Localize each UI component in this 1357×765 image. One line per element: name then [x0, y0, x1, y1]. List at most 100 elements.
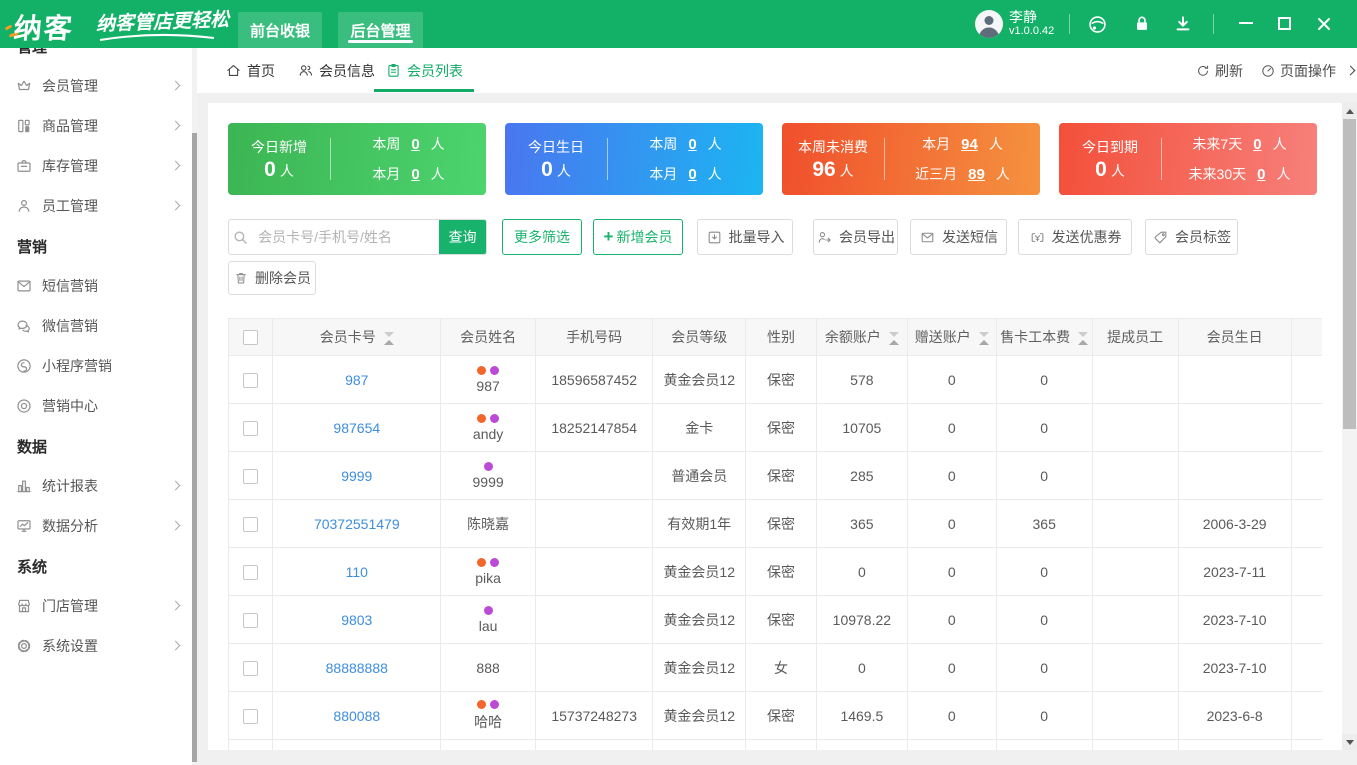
- scroll-up-button[interactable]: [1342, 103, 1357, 119]
- export-icon: [816, 229, 833, 246]
- column-header: 性别: [745, 318, 817, 356]
- sidebar-item-chart[interactable]: 统计报表: [0, 466, 192, 506]
- row-checkbox[interactable]: [243, 708, 259, 724]
- app-logo: 纳客: [12, 13, 76, 44]
- goods-icon: [15, 117, 33, 135]
- search-button[interactable]: 查询: [439, 220, 486, 254]
- toolbar-button-0[interactable]: 更多筛选: [502, 219, 582, 255]
- extra-cell: [1290, 739, 1322, 750]
- balance-account: 285: [815, 451, 908, 500]
- toolbar-button-5[interactable]: 发送优惠券: [1018, 219, 1132, 255]
- chevron-right-icon: [170, 200, 181, 211]
- stat-label: 今日新增: [251, 139, 307, 155]
- stat-value: 0人: [1095, 158, 1125, 181]
- delete-member-button[interactable]: 删除会员: [228, 261, 316, 295]
- toolbar-button-1[interactable]: + 新增会员: [593, 219, 683, 255]
- sidebar-item-store[interactable]: 门店管理: [0, 586, 192, 626]
- sidebar-scrollbar[interactable]: [192, 48, 197, 765]
- member-phone: 15737248273: [535, 691, 654, 740]
- table-row: 70372551479 陈晓嘉 有效期1年 保密 365 0 365 2006-3-29: [228, 499, 1322, 548]
- member-birthday: [1177, 739, 1292, 750]
- card-fee: 0: [995, 643, 1093, 692]
- member-name: pika: [440, 547, 537, 596]
- sort-icon[interactable]: [978, 331, 989, 345]
- member-birthday: [1177, 355, 1292, 404]
- service-icon[interactable]: [1087, 14, 1108, 35]
- row-checkbox[interactable]: [243, 372, 259, 388]
- sidebar-item-target[interactable]: 营销中心: [0, 386, 192, 426]
- sidebar-item-staff[interactable]: 员工管理: [0, 186, 192, 226]
- sidebar-item-wechat[interactable]: 微信营销: [0, 306, 192, 346]
- lock-icon[interactable]: [1132, 14, 1152, 34]
- column-header: 余额账户: [815, 318, 908, 356]
- gift-account: 0: [906, 403, 997, 452]
- table-row: 9803 lau 黄金会员12 保密 10978.22 0 0 2023-7-10: [228, 595, 1322, 644]
- toolbar-button-4[interactable]: 发送短信: [910, 219, 1007, 255]
- sidebar-item-goods[interactable]: 商品管理: [0, 106, 192, 146]
- member-table: 会员卡号 会员姓名 手机号码 会员等级 性别 余额账户 赠送账户 售卡工本费 提成员工 会员生日 9…: [228, 318, 1322, 750]
- select-all-checkbox[interactable]: [243, 330, 259, 346]
- stat-subrow: 本月 0 人: [372, 165, 445, 183]
- scroll-down-button[interactable]: [1342, 734, 1357, 750]
- toolbar-button-3[interactable]: 会员导出: [813, 219, 898, 255]
- sort-icon[interactable]: [1078, 331, 1089, 345]
- sidebar-item-inventory[interactable]: 库存管理: [0, 146, 192, 186]
- import-icon: [706, 229, 723, 246]
- tab-members[interactable]: 会员信息: [297, 48, 375, 93]
- action-operations[interactable]: 页面操作: [1260, 48, 1356, 93]
- member-level: 黄金会员12: [652, 355, 747, 404]
- row-checkbox[interactable]: [243, 660, 259, 676]
- stat-card-1: 今日生日 0人 本周 0 人本月 0 人: [505, 123, 763, 195]
- gift-account: [906, 739, 997, 750]
- close-button[interactable]: [1317, 17, 1331, 31]
- sort-icon[interactable]: [888, 331, 899, 345]
- row-checkbox[interactable]: [243, 612, 259, 628]
- member-card-no: 880088: [272, 691, 442, 740]
- sidebar-scrollbar-thumb[interactable]: [192, 133, 197, 762]
- column-header: 会员卡号: [272, 318, 442, 356]
- card-fee: 0: [995, 547, 1093, 596]
- member-card-no: [272, 739, 442, 750]
- search-icon: [229, 220, 252, 254]
- stat-subrow: 本周 0 人: [649, 135, 722, 153]
- table-row: [228, 739, 1322, 750]
- member-birthday: 2023-7-11: [1177, 547, 1292, 596]
- sidebar-item-sms[interactable]: 短信营销: [0, 266, 192, 306]
- avatar[interactable]: [975, 10, 1003, 38]
- commission-staff: [1091, 595, 1179, 644]
- row-checkbox[interactable]: [243, 516, 259, 532]
- row-checkbox[interactable]: [243, 564, 259, 580]
- download-icon[interactable]: [1173, 14, 1193, 34]
- extra-cell: [1290, 499, 1322, 548]
- commission-staff: [1091, 739, 1179, 750]
- commission-staff: [1091, 403, 1179, 452]
- sort-icon[interactable]: [383, 331, 394, 345]
- sidebar-item-analysis[interactable]: 数据分析: [0, 506, 192, 546]
- sidebar-item-gear[interactable]: 系统设置: [0, 626, 192, 666]
- nav-tab-1[interactable]: 后台管理: [338, 12, 423, 48]
- nav-tab-0[interactable]: 前台收银: [238, 12, 322, 48]
- chevron-right-icon: [170, 600, 181, 611]
- user-name[interactable]: 李静: [1009, 7, 1037, 27]
- gear-icon: [15, 637, 33, 655]
- sidebar-item-crown[interactable]: 会员管理: [0, 66, 192, 106]
- tab-home[interactable]: 首页: [225, 48, 275, 93]
- sidebar-item-miniprogram[interactable]: 小程序营销: [0, 346, 192, 386]
- minimize-button[interactable]: [1239, 22, 1253, 24]
- member-phone: [535, 547, 654, 596]
- header-separator: [1069, 14, 1070, 34]
- vertical-scrollbar[interactable]: [1342, 103, 1357, 750]
- stat-label: 今日生日: [528, 139, 584, 155]
- row-checkbox[interactable]: [243, 468, 259, 484]
- tab-list[interactable]: 会员列表: [374, 48, 474, 93]
- scrollbar-thumb[interactable]: [1343, 119, 1356, 429]
- toolbar-button-2[interactable]: 批量导入: [697, 219, 793, 255]
- action-refresh[interactable]: 刷新: [1195, 48, 1243, 93]
- card-fee: 0: [995, 691, 1093, 740]
- search-input[interactable]: [252, 220, 440, 254]
- checkbox-cell: [228, 547, 274, 596]
- maximize-button[interactable]: [1278, 17, 1291, 30]
- row-checkbox[interactable]: [243, 420, 259, 436]
- toolbar-button-6[interactable]: 会员标签: [1145, 219, 1238, 255]
- app-header: 纳客 纳客管店更轻松 前台收银 后台管理 李静 v1.0.0.42: [0, 0, 1357, 48]
